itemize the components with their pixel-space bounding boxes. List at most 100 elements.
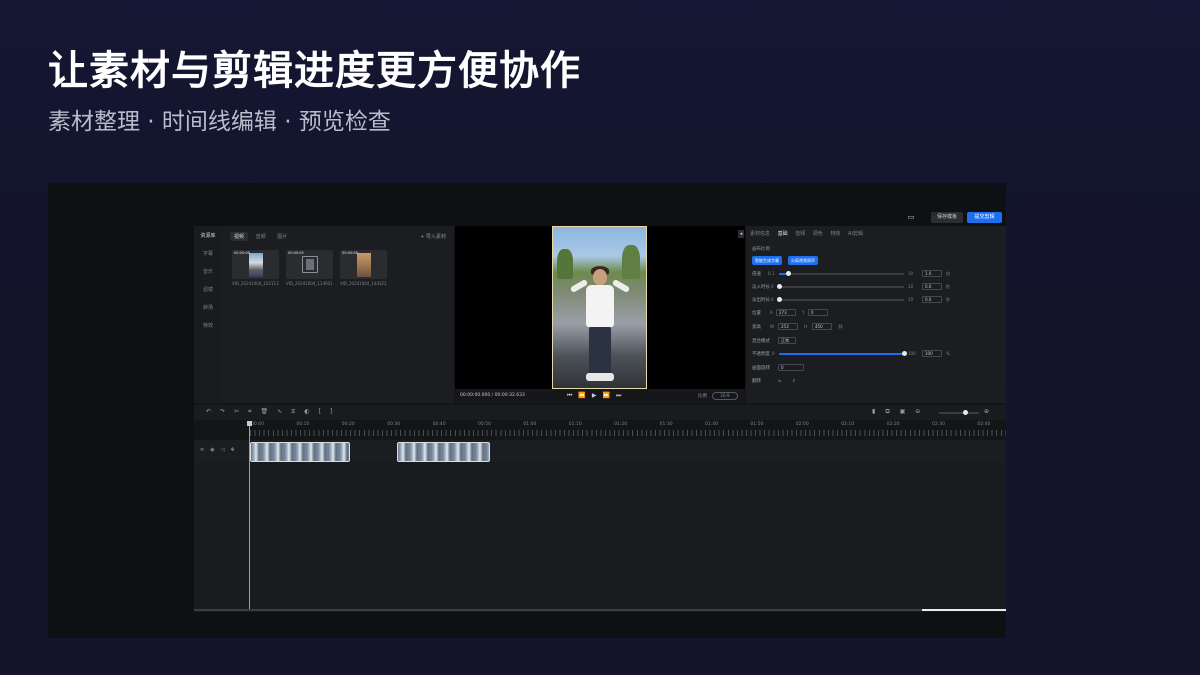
undo-icon[interactable]: ↶ [206,408,220,415]
mask-icon[interactable]: ◐ [304,408,318,415]
media-thumb[interactable]: 00:00:06 [340,250,387,279]
fade-out-knob[interactable] [777,297,782,302]
nav-item-filter[interactable]: 滤镜 [194,286,222,293]
nav-item-subtitle[interactable]: 字幕 [194,250,222,257]
fade-in-input[interactable]: 0.0 [922,283,942,290]
speed-max: 10 [908,271,914,276]
position-x-input[interactable]: 273 [776,309,796,316]
playback-controls: 00:00:00.000 / 00:00:32.633 ⏮⏪▶⏩⏭ 比例 16:… [455,389,745,403]
auto-subtitle-button[interactable]: 智能生成字幕 [752,256,782,265]
zoom-in-icon[interactable]: ⊕ [984,408,999,415]
split-icon[interactable]: ✂ [234,408,248,415]
video-clip[interactable] [250,442,350,462]
eye-icon[interactable]: ◉ [210,447,220,453]
redo-icon[interactable]: ↷ [220,408,234,415]
skip-start-icon[interactable]: ⏮ [567,392,578,399]
video-frame[interactable] [552,226,647,389]
size-w-input[interactable]: 253 [778,323,798,330]
video-track: ≡◉◁✥ [194,440,1006,462]
nav-item-library[interactable]: 资源库 [194,232,222,239]
freeze-icon[interactable]: ⧖ [291,408,304,415]
tab-color[interactable]: 调色 [813,230,823,237]
forward-icon[interactable]: ⏩ [603,392,616,399]
playhead[interactable] [249,421,250,611]
audio-wave-icon[interactable]: ∿ [277,408,291,415]
tick-label: 00:10 [296,422,310,427]
thumb-duration: 00:00:05 [288,251,304,255]
skip-end-icon[interactable]: ⏭ [616,392,627,399]
ruler-ticks [250,430,1006,436]
play-icon[interactable]: ▶ [592,392,603,399]
nav-item-transition[interactable]: 转场 [194,304,222,311]
video-clip[interactable] [397,442,490,462]
size-w-label: W [770,324,774,329]
fit-icon[interactable]: ⧉ [885,408,899,415]
opacity-input[interactable]: 100 [922,350,942,357]
scrollbar-thumb[interactable] [922,609,1006,611]
ratio-select[interactable]: 16:9 [712,392,738,400]
save-template-button[interactable]: 保存模板 [931,212,963,223]
chart-icon[interactable]: ▮ [872,408,885,415]
zoom-out-icon[interactable]: ⊖ [915,408,930,415]
rewind-icon[interactable]: ⏪ [578,392,591,399]
flip-horizontal-icon[interactable]: ⇋ [778,378,781,383]
mute-icon[interactable]: ◁ [221,447,231,453]
import-media-button[interactable]: + 导入素材 [420,233,446,240]
tab-ai-edit[interactable]: AI剪辑 [848,230,863,237]
separate-audio-button[interactable]: 分离视频原声 [788,256,818,265]
fade-out-label: 淡出时长 [752,298,770,303]
opacity-knob[interactable] [902,351,907,356]
tab-basic[interactable]: 基础 [778,230,788,237]
blend-select[interactable]: 正常 [778,337,796,344]
collapse-icon[interactable]: ◂ [738,230,744,238]
opacity-row: 不透明度 0 100 100 % [752,349,1000,359]
thumb-caption: VID_20241004_102113... [232,281,279,286]
playhead-handle[interactable] [247,421,252,426]
link-icon[interactable]: ⛓ [838,324,843,329]
tab-fx[interactable]: 特效 [830,230,840,237]
tab-media-info[interactable]: 素材信息 [750,230,770,237]
speed-slider[interactable] [779,271,904,276]
nav-item-effects[interactable]: 特效 [194,322,222,329]
mark-in-icon[interactable]: [ [319,408,330,415]
delete-icon[interactable]: 🗑 [260,408,277,415]
tick-label: 01:30 [659,422,673,427]
tick-label: 00:00 [251,422,264,427]
timeline-ruler[interactable]: 00:00 00:10 00:20 00:30 00:40 00:50 01:00 01:10… [194,420,1006,440]
opacity-slider[interactable] [779,351,907,356]
fade-out-slider[interactable] [777,297,904,302]
fade-out-input[interactable]: 0.0 [922,296,942,303]
mark-out-icon[interactable]: ] [330,408,341,415]
empty-track-area [194,462,1006,612]
timeline-toolbar: ↶↷✂⌗🗑∿⧖◐[] ▮⧉▣⊖ ⊕ [194,405,1006,420]
position-y-input[interactable]: 0 [808,309,828,316]
tab-audio[interactable]: 音频 [252,232,270,241]
size-h-input[interactable]: 450 [812,323,832,330]
submit-edit-button[interactable]: 提交剪辑 [967,212,1002,223]
speed-input[interactable]: 1.0 [922,270,942,277]
child-shoes [586,373,614,381]
move-icon[interactable]: ✥ [230,447,240,453]
speed-knob[interactable] [785,271,791,276]
media-thumb[interactable]: 00:00:08 [232,250,279,279]
horizontal-scrollbar[interactable] [194,609,1006,611]
zoom-slider[interactable] [939,412,979,414]
nav-item-music[interactable]: 音乐 [194,268,222,275]
image-icon[interactable]: ▣ [900,408,916,415]
track-menu-icon[interactable]: ≡ [200,447,210,453]
zoom-knob[interactable] [963,410,968,415]
transport-icons: ⏮⏪▶⏩⏭ [567,392,627,400]
tick-label: 00:20 [341,422,355,427]
speed-row: 倍速 0.1 10 1.0 倍 [752,269,1000,279]
crop-icon[interactable]: ⌗ [248,408,260,415]
tab-audio-props[interactable]: 音频 [795,230,805,237]
monitor-icon[interactable]: ▭ [905,212,917,223]
fade-in-knob[interactable] [777,284,782,289]
fade-in-slider[interactable] [777,284,904,289]
tab-image[interactable]: 图片 [273,232,291,241]
media-thumb[interactable]: 00:00:05 [286,250,333,279]
tab-video[interactable]: 视频 [230,232,249,241]
rotate-select[interactable]: 0 [778,364,804,371]
video-editor-app: ▭ 保存模板 提交剪辑 资源库 字幕 音乐 滤镜 转场 特效 视频 音频 图片 … [194,209,1006,612]
flip-vertical-icon[interactable]: ⇵ [792,378,795,383]
